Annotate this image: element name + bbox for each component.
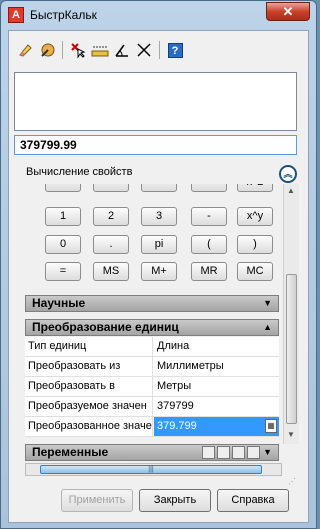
title-bar[interactable]: A БыстрКальк ✕ bbox=[1, 1, 316, 29]
select-point-icon[interactable] bbox=[68, 40, 88, 60]
key-0[interactable]: 0 bbox=[45, 235, 81, 254]
section-label: Вычисление свойств bbox=[26, 166, 133, 178]
key-ms[interactable]: MS bbox=[93, 262, 129, 281]
key-minus[interactable]: - bbox=[191, 207, 227, 226]
variables-panel-header[interactable]: Переменные ▼ bbox=[25, 444, 279, 461]
variable-tool-icon[interactable] bbox=[232, 446, 245, 459]
key-decimal[interactable]: . bbox=[93, 235, 129, 254]
key-equals[interactable]: = bbox=[45, 262, 81, 281]
key-partial-1[interactable]: · bbox=[45, 184, 81, 192]
expand-arrow-icon[interactable]: ▼ bbox=[263, 445, 272, 460]
prop-value[interactable]: Метры bbox=[154, 377, 279, 396]
variables-toolbar bbox=[200, 446, 260, 459]
key-3[interactable]: 3 bbox=[141, 207, 177, 226]
key-partial-3[interactable]: · bbox=[141, 184, 177, 192]
prop-value[interactable]: 379799 bbox=[154, 397, 279, 416]
key-power[interactable]: x^y bbox=[237, 207, 273, 226]
key-pi[interactable]: pi bbox=[141, 235, 177, 254]
variables-panel-label: Переменные bbox=[32, 445, 109, 459]
apply-button[interactable]: Применить bbox=[61, 489, 133, 512]
prop-row-unit-type[interactable]: Тип единиц Длина bbox=[25, 337, 279, 357]
quickcalc-window: A БыстрКальк ✕ ? 379799.99 Вычисление св… bbox=[0, 0, 317, 529]
help-icon[interactable]: ? bbox=[165, 40, 185, 60]
key-2[interactable]: 2 bbox=[93, 207, 129, 226]
key-mc[interactable]: MC bbox=[237, 262, 273, 281]
intersection-icon[interactable] bbox=[134, 40, 154, 60]
close-button[interactable]: Закрыть bbox=[139, 489, 211, 512]
scroll-up-arrow-icon[interactable]: ▲ bbox=[287, 186, 295, 195]
key-partial-5[interactable]: x^2 bbox=[237, 184, 273, 192]
key-close-paren[interactable]: ) bbox=[237, 235, 273, 254]
close-window-button[interactable]: ✕ bbox=[266, 2, 310, 21]
vertical-scrollbar[interactable]: ▲ ▼ bbox=[283, 184, 299, 444]
resize-grip-icon[interactable]: ⋰ bbox=[288, 477, 299, 487]
prop-value[interactable]: Длина bbox=[154, 337, 279, 356]
toolbar-separator bbox=[159, 41, 160, 59]
prop-row-convert-from[interactable]: Преобразовать из Миллиметры bbox=[25, 357, 279, 377]
number-pad: · · · · x^2 1 2 3 - x^y 0 . pi ( ) = MS … bbox=[23, 184, 278, 289]
variable-tool-icon[interactable] bbox=[202, 446, 215, 459]
variable-tool-icon[interactable] bbox=[217, 446, 230, 459]
client-area: ? 379799.99 Вычисление свойств ︽ · · · ·… bbox=[8, 30, 309, 523]
scroll-down-arrow-icon[interactable]: ▼ bbox=[287, 430, 295, 439]
key-partial-2[interactable]: · bbox=[93, 184, 129, 192]
prop-name: Преобразовать из bbox=[25, 357, 153, 376]
input-box[interactable]: 379799.99 bbox=[14, 135, 297, 155]
key-open-paren[interactable]: ( bbox=[191, 235, 227, 254]
measure-distance-icon[interactable] bbox=[90, 40, 110, 60]
prop-name: Тип единиц bbox=[25, 337, 153, 356]
help-button[interactable]: Справка bbox=[217, 489, 289, 512]
scroll-thumb[interactable] bbox=[286, 274, 297, 424]
key-mr[interactable]: MR bbox=[191, 262, 227, 281]
scientific-panel-label: Научные bbox=[32, 296, 86, 310]
expand-arrow-icon[interactable]: ▼ bbox=[263, 296, 272, 311]
prop-name: Преобразовать в bbox=[25, 377, 153, 396]
collapse-arrow-icon[interactable]: ▲ bbox=[263, 320, 272, 335]
help-glyph: ? bbox=[167, 42, 183, 58]
calculator-icon[interactable]: ▦ bbox=[265, 419, 277, 433]
key-m-plus[interactable]: M+ bbox=[141, 262, 177, 281]
prop-name: Преобразуемое значен bbox=[25, 397, 153, 416]
scientific-panel-header[interactable]: Научные ▼ bbox=[25, 295, 279, 312]
prop-row-value-to-convert[interactable]: Преобразуемое значен 379799 bbox=[25, 397, 279, 417]
key-1[interactable]: 1 bbox=[45, 207, 81, 226]
toolbar: ? bbox=[15, 39, 187, 61]
history-area[interactable] bbox=[14, 72, 297, 131]
eraser-icon[interactable] bbox=[15, 40, 35, 60]
prop-row-converted-value[interactable]: Преобразованное значе 379.799 ▦ bbox=[25, 417, 279, 437]
app-icon: A bbox=[8, 7, 24, 23]
brush-icon[interactable] bbox=[37, 40, 57, 60]
key-partial-4[interactable]: · bbox=[191, 184, 227, 192]
window-title: БыстрКальк bbox=[30, 8, 97, 22]
collapse-chevron-up-icon[interactable]: ︽ bbox=[279, 165, 297, 183]
prop-name: Преобразованное значе bbox=[25, 417, 153, 436]
prop-value[interactable]: 379.799 bbox=[154, 417, 279, 436]
prop-value[interactable]: Миллиметры bbox=[154, 357, 279, 376]
units-panel-header[interactable]: Преобразование единиц ▲ bbox=[25, 319, 279, 336]
angle-icon[interactable] bbox=[112, 40, 132, 60]
scroll-thumb[interactable]: ||| bbox=[40, 465, 262, 474]
prop-row-convert-to[interactable]: Преобразовать в Метры bbox=[25, 377, 279, 397]
horizontal-scrollbar[interactable]: ||| bbox=[25, 463, 282, 476]
units-panel-label: Преобразование единиц bbox=[32, 320, 179, 334]
toolbar-separator bbox=[62, 41, 63, 59]
variable-tool-icon[interactable] bbox=[247, 446, 260, 459]
